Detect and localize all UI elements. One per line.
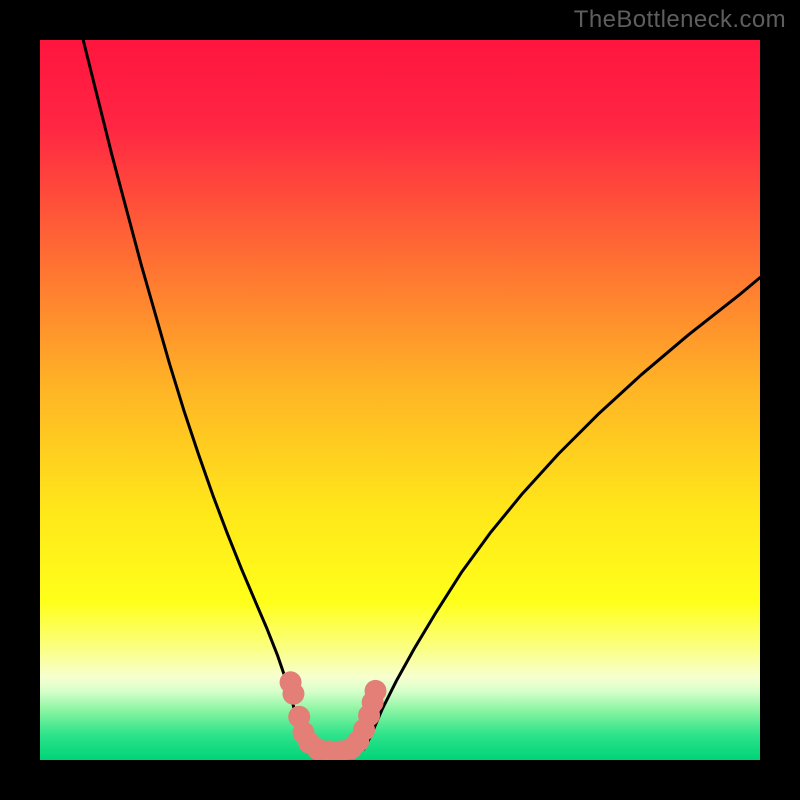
- curve-left-curve: [83, 40, 303, 749]
- marker-valley-markers: [282, 683, 304, 705]
- watermark-text: TheBottleneck.com: [574, 6, 786, 34]
- marker-valley-markers: [365, 680, 387, 702]
- curves-layer: [40, 40, 760, 760]
- plot-area: [40, 40, 760, 760]
- chart-frame: TheBottleneck.com: [0, 0, 800, 800]
- curve-right-curve: [364, 278, 760, 750]
